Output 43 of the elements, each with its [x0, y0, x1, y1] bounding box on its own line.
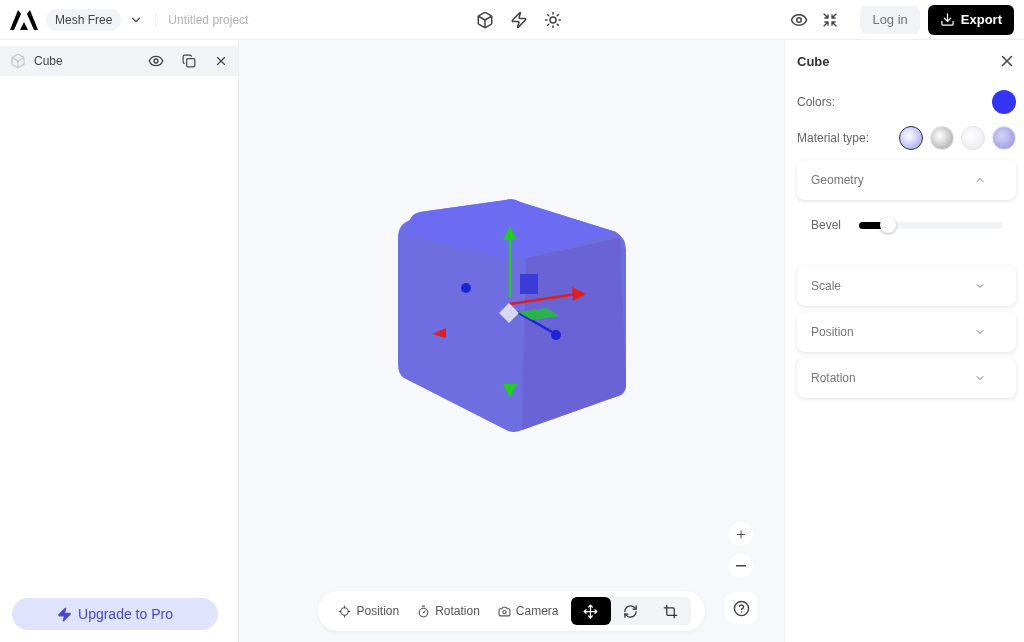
plan-name: Mesh Free [46, 8, 122, 31]
dial-icon [417, 604, 431, 618]
camera-icon [497, 604, 511, 618]
cube-icon [10, 53, 26, 69]
section-header[interactable]: Rotation [797, 358, 1016, 398]
refresh-icon [623, 603, 639, 619]
slider-label: Bevel [811, 218, 842, 232]
zoom-in-button[interactable] [729, 522, 753, 546]
copy-icon[interactable] [182, 54, 196, 68]
section-header[interactable]: Position [797, 312, 1016, 352]
crop-icon [663, 603, 679, 619]
logo-icon [10, 9, 38, 30]
export-button[interactable]: Export [927, 4, 1014, 35]
help-icon [732, 599, 750, 617]
zoom-out-button[interactable] [729, 554, 753, 578]
login-button[interactable]: Log in [860, 5, 920, 34]
material-label: Material type: [797, 131, 870, 145]
sun-icon[interactable] [544, 10, 563, 29]
layer-item[interactable]: Cube [0, 46, 238, 76]
eye-icon[interactable] [148, 53, 164, 69]
close-icon[interactable] [214, 54, 228, 68]
slider-thumb[interactable] [879, 216, 896, 233]
target-icon [338, 604, 352, 618]
lightning-icon[interactable] [510, 10, 529, 29]
cube-icon[interactable] [476, 10, 495, 29]
help-button[interactable] [725, 592, 757, 624]
mode-button[interactable]: Position [338, 604, 400, 618]
inspector-title: Cube [797, 53, 830, 69]
move-tool[interactable] [570, 597, 611, 625]
download-icon [939, 12, 955, 27]
upgrade-button[interactable]: Upgrade to Pro [12, 598, 218, 630]
layer-name: Cube [34, 54, 64, 68]
colors-label: Colors: [797, 95, 835, 109]
section-header[interactable]: Scale [797, 266, 1016, 306]
minus-icon [736, 565, 746, 567]
move-icon [583, 603, 599, 619]
color-swatch[interactable] [992, 90, 1016, 114]
section-header[interactable]: Geometry [797, 160, 1016, 200]
material-swatch[interactable] [899, 126, 923, 150]
shrink-icon[interactable] [822, 11, 839, 28]
mode-button[interactable]: Camera [497, 604, 559, 618]
mode-button[interactable]: Rotation [417, 604, 480, 618]
lightning-icon [57, 606, 72, 622]
